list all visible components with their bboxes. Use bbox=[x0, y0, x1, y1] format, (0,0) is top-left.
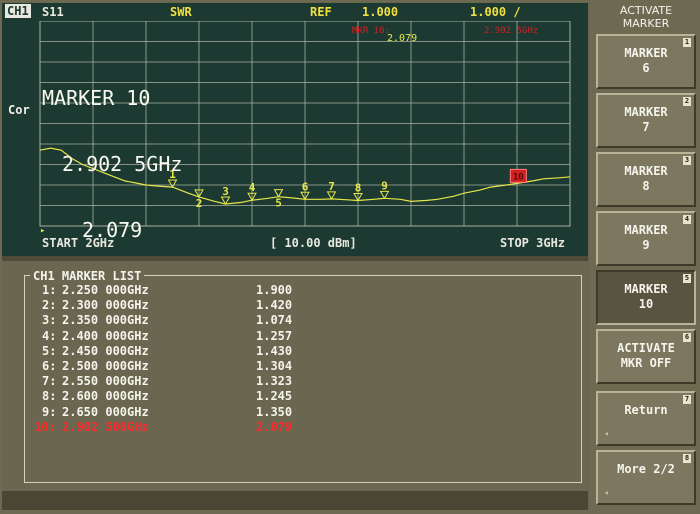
status-bar: CH1 S11 SWR REF 1.000 1.000 / bbox=[2, 3, 588, 21]
marker-frequency: 2.902 500GHz bbox=[62, 419, 149, 434]
marker-number: 9: bbox=[42, 404, 57, 419]
trace-marker-label: 8 bbox=[355, 181, 362, 194]
softkey-label: MARKER 6 bbox=[624, 46, 668, 75]
marker-value: 1.350 bbox=[256, 404, 293, 419]
softkey-label: MARKER 8 bbox=[624, 164, 668, 193]
trace-marker-label: 3 bbox=[222, 185, 229, 198]
marker-frequency: 2.450 000GHz bbox=[62, 343, 149, 358]
marker-frequency: 2.500 000GHz bbox=[62, 359, 149, 373]
marker-number: 2: bbox=[42, 298, 57, 313]
trace-marker-label: 9 bbox=[381, 179, 388, 192]
trace-marker-label: 10 bbox=[513, 172, 524, 182]
active-marker-frequency: 2.902 5GHz bbox=[62, 152, 183, 176]
softkey-number: 6 bbox=[683, 333, 691, 342]
marker-frequency: 2.650 000GHz bbox=[62, 404, 149, 419]
marker-number: 1: bbox=[42, 283, 57, 297]
marker-number: 5: bbox=[42, 343, 57, 358]
marker-frequency: 2.300 000GHz bbox=[62, 298, 149, 313]
trace-marker-label: 6 bbox=[302, 180, 309, 193]
marker-number: 3: bbox=[42, 313, 57, 328]
softkey-return[interactable]: Return 7 ◃ bbox=[596, 391, 696, 446]
submenu-arrow-icon: ◃ bbox=[604, 429, 609, 438]
softkey-number: 7 bbox=[683, 395, 691, 404]
format-label: SWR bbox=[170, 5, 192, 19]
trace-marker bbox=[326, 191, 337, 200]
marker-value: 1.074 bbox=[256, 313, 293, 328]
marker-value: 2.079 bbox=[256, 419, 293, 434]
submenu-arrow-icon: ◃ bbox=[604, 488, 609, 497]
marker-frequency: 2.600 000GHz bbox=[62, 389, 149, 404]
marker-frequency: 2.350 000GHz bbox=[62, 313, 149, 328]
softkey-label: MARKER 10 bbox=[624, 282, 668, 311]
graph-panel: Cor 1 2 3 4 5 6 7 8 9 10 MKR 10: 2.902 5GHz 2.079… bbox=[2, 21, 588, 256]
active-marker-name: MARKER 10 bbox=[42, 86, 151, 110]
trace-marker-label: 4 bbox=[249, 181, 256, 194]
marker-value: 1.304 bbox=[256, 359, 293, 373]
marker-frequency: 2.400 000GHz bbox=[62, 328, 149, 343]
softkey-menu-title: ACTIVATE MARKER bbox=[619, 4, 673, 30]
softkey-marker-6[interactable]: MARKER 6 1 bbox=[596, 34, 696, 89]
marker-value: 1.245 bbox=[256, 389, 293, 404]
marker-value: 1.420 bbox=[256, 298, 293, 313]
marker-value: 1.430 bbox=[256, 343, 293, 358]
trace-marker-label: 2 bbox=[196, 197, 203, 210]
marker-number: 8: bbox=[42, 389, 57, 404]
trace-marker-label: 5 bbox=[275, 197, 282, 210]
softkey-marker-10[interactable]: MARKER 10 5 bbox=[596, 270, 696, 325]
softkey-number: 2 bbox=[683, 97, 691, 106]
start-frequency: START 2GHz bbox=[42, 236, 115, 250]
marker-list-title: CH1 MARKER LIST bbox=[30, 269, 145, 283]
channel-indicator[interactable]: CH1 bbox=[5, 4, 31, 18]
softkey-number: 8 bbox=[683, 454, 691, 463]
analyzer-window: CH1 S11 SWR REF 1.000 1.000 / Cor 123456… bbox=[0, 0, 700, 514]
marker-value: 1.900 bbox=[256, 283, 293, 297]
softkey-label: More 2/2 bbox=[617, 462, 675, 476]
marker-number: 6: bbox=[42, 359, 57, 373]
marker-number: 4: bbox=[42, 328, 57, 343]
marker-number: 7: bbox=[42, 374, 57, 389]
softkey-activate-mkr-off[interactable]: ACTIVATE MKR OFF 6 bbox=[596, 329, 696, 384]
footer-bar bbox=[2, 491, 588, 510]
softkey-number: 1 bbox=[683, 38, 691, 47]
source-power: [ 10.00 dBm] bbox=[270, 236, 357, 250]
softkey-label: MARKER 9 bbox=[624, 223, 668, 252]
softkey-marker-9[interactable]: MARKER 9 4 bbox=[596, 211, 696, 266]
stop-frequency: STOP 3GHz bbox=[500, 236, 566, 250]
softkey-label: ACTIVATE MKR OFF bbox=[617, 341, 675, 370]
trace-marker bbox=[379, 190, 390, 200]
marker-frequency: 2.550 000GHz bbox=[62, 374, 149, 389]
ref-label: REF bbox=[310, 5, 332, 19]
marker-number: 10: bbox=[34, 419, 56, 434]
scale-value: 1.000 / bbox=[470, 5, 521, 19]
ref-value: 1.000 bbox=[362, 5, 399, 19]
parameter-label: S11 bbox=[42, 5, 64, 19]
marker-readout-freq: 2.902 5GHz bbox=[484, 26, 538, 36]
trace-marker-label: 7 bbox=[328, 180, 335, 193]
softkey-marker-7[interactable]: MARKER 7 2 bbox=[596, 93, 696, 148]
marker-list-panel: CH1 MARKER LIST 1: 2.250 000GHz 1.900 2: 2.3… bbox=[2, 261, 588, 491]
softkey-label: Return bbox=[624, 403, 668, 417]
marker-value: 1.257 bbox=[256, 328, 293, 343]
softkey-number: 3 bbox=[683, 156, 691, 165]
softkey-marker-8[interactable]: MARKER 8 3 bbox=[596, 152, 696, 207]
softkey-number: 5 bbox=[683, 274, 691, 283]
softkey-more[interactable]: More 2/2 8 ◃ bbox=[596, 450, 696, 505]
trace-marker bbox=[273, 189, 284, 198]
marker-value: 1.323 bbox=[256, 374, 293, 389]
marker-readout-value: 2.079 bbox=[387, 33, 417, 44]
softkey-label: MARKER 7 bbox=[624, 105, 668, 134]
marker-readout-label: MKR 10: bbox=[352, 26, 390, 36]
softkey-panel: ACTIVATE MARKER MARKER 6 1 MARKER 7 2 MA… bbox=[592, 0, 700, 514]
softkey-number: 4 bbox=[683, 215, 691, 224]
marker-frequency: 2.250 000GHz bbox=[62, 283, 149, 297]
